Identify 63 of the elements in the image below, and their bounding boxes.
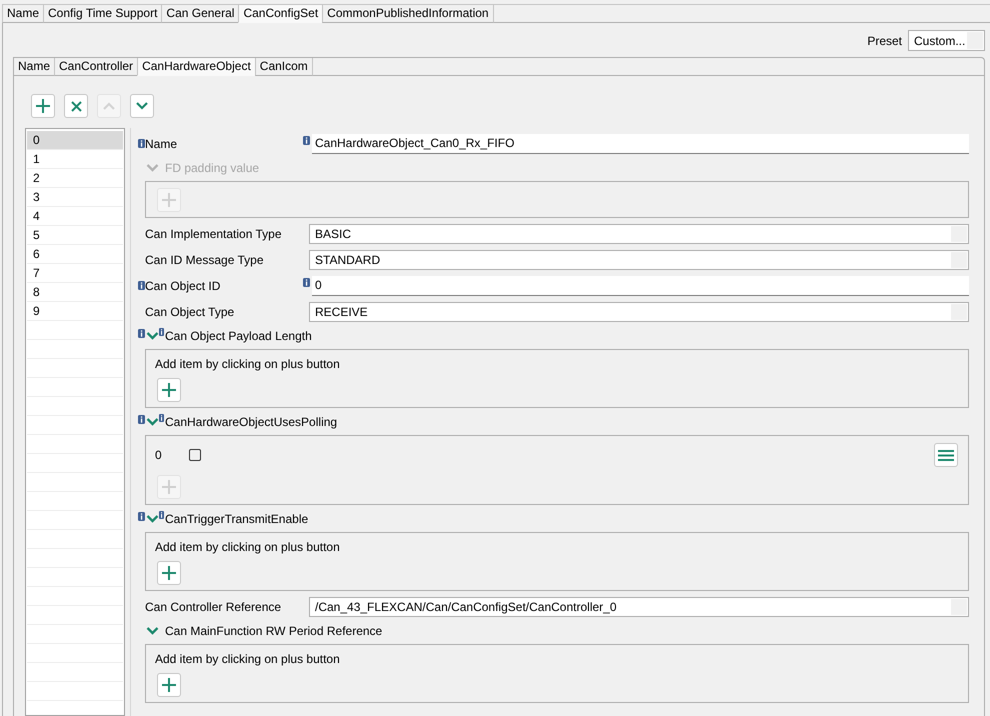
group-title: CanHardwareObjectUsesPolling	[165, 414, 338, 428]
dropdown-field[interactable]: /Can_43_FLEXCAN/Can/CanConfigSet/CanController_0	[309, 597, 969, 617]
field-label: Can Object Type	[145, 305, 236, 319]
hint-text: Add item by clicking on plus button	[155, 539, 340, 555]
plus-icon	[162, 383, 176, 397]
remove-button[interactable]	[64, 94, 88, 118]
list-item[interactable]: 7	[27, 264, 123, 283]
tab[interactable]: CanIcom	[254, 58, 313, 76]
item-index: 0	[155, 448, 163, 462]
list-item[interactable]: 1	[27, 150, 123, 169]
cross-icon	[70, 100, 82, 112]
chevron-up-icon	[103, 102, 115, 110]
field-label: Can ID Message Type	[145, 253, 265, 267]
list-item[interactable]: 0	[27, 131, 123, 150]
plus-icon	[36, 99, 50, 113]
group-title: Can Object Payload Length	[165, 328, 312, 342]
list-item[interactable]: 2	[27, 169, 123, 188]
list-item[interactable]: 4	[27, 207, 123, 226]
text-field[interactable]: 0	[312, 276, 969, 296]
chevron-down-icon[interactable]	[146, 329, 159, 342]
move-down-button[interactable]	[130, 94, 154, 118]
tab[interactable]: Name	[2, 5, 44, 23]
field-label: Can Implementation Type	[145, 227, 283, 241]
hint-text: Add item by clicking on plus button	[155, 356, 340, 372]
dropdown-field[interactable]: RECEIVE	[309, 302, 969, 322]
field-label: Name	[145, 137, 178, 151]
hint-text: Add item by clicking on plus button	[155, 651, 340, 667]
add-button[interactable]	[157, 673, 181, 697]
list-item[interactable]: 8	[27, 283, 123, 302]
chevron-down-icon[interactable]	[146, 624, 159, 637]
plus-icon	[162, 566, 176, 580]
group-title: FD padding value	[165, 160, 260, 174]
dropdown-field[interactable]: BASIC	[309, 224, 969, 244]
chevron-down-icon	[136, 102, 148, 110]
menu-button[interactable]	[934, 443, 958, 467]
plus-icon	[162, 480, 176, 494]
tab[interactable]: CanHardwareObject	[137, 58, 255, 76]
dropdown-field[interactable]: STANDARD	[309, 250, 969, 270]
add-button[interactable]	[157, 378, 181, 402]
list-item[interactable]: 5	[27, 226, 123, 245]
field-label: Can Object ID	[145, 279, 222, 293]
list-item[interactable]: 3	[27, 188, 123, 207]
add-button[interactable]	[31, 94, 55, 118]
preset-label: Preset	[867, 34, 902, 48]
tab[interactable]: Config Time Support	[43, 5, 162, 23]
menu-icon	[938, 450, 954, 460]
list-item[interactable]: 6	[27, 245, 123, 264]
checkbox[interactable]	[189, 449, 201, 461]
plus-icon	[162, 678, 176, 692]
group-title: CanTriggerTransmitEnable	[165, 512, 308, 526]
chevron-down-icon[interactable]	[146, 512, 159, 525]
tab[interactable]: CanController	[54, 58, 138, 76]
tab[interactable]: CommonPublishedInformation	[322, 5, 494, 23]
field-label: Can Controller Reference	[145, 600, 282, 614]
preset-dropdown[interactable]: Custom...	[908, 30, 985, 51]
text-field[interactable]: CanHardwareObject_Can0_Rx_FIFO	[312, 134, 969, 154]
chevron-down-icon[interactable]	[146, 415, 159, 428]
add-button[interactable]	[157, 561, 181, 585]
list-item[interactable]: 9	[27, 302, 123, 321]
group-title: Can MainFunction RW Period Reference	[165, 624, 382, 638]
tab[interactable]: CanConfigSet	[238, 5, 322, 23]
plus-icon	[162, 193, 176, 207]
tab[interactable]: Can General	[161, 5, 238, 23]
